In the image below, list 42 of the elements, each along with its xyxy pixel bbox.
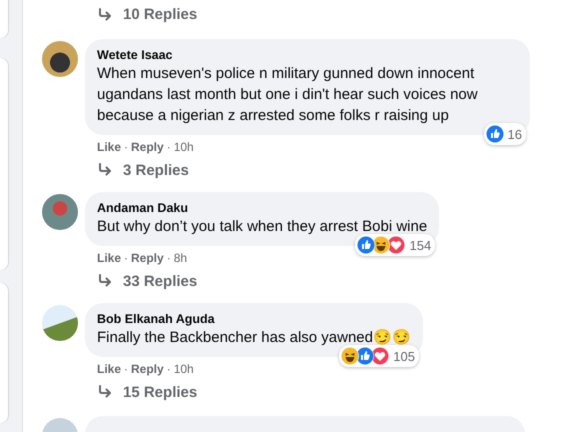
author-name[interactable]: Andaman Daku	[97, 200, 428, 216]
card-edge	[0, 0, 8, 38]
separator-dot: ·	[124, 140, 128, 154]
separator-dot: ·	[166, 251, 171, 265]
reply-link[interactable]: Reply	[131, 251, 164, 265]
avatar[interactable]	[42, 41, 78, 77]
separator-dot: ·	[124, 362, 128, 376]
reaction-count: 154	[409, 238, 432, 252]
timestamp[interactable]: 10h	[174, 140, 194, 154]
reaction-summary[interactable]: 105	[339, 345, 419, 367]
reaction-count: 105	[393, 348, 415, 364]
reply-arrow-icon	[97, 8, 113, 22]
view-replies-link[interactable]: 33 Replies	[97, 269, 198, 293]
like-link[interactable]: Like	[97, 251, 122, 265]
view-replies-link[interactable]: 10 Replies	[97, 6, 198, 23]
comment-text: But why don’t you talk when they arrest Bobi wine	[97, 217, 428, 237]
reply-arrow-icon	[97, 385, 113, 399]
laughing-face-icon	[341, 347, 360, 365]
heart-reaction-icon	[371, 347, 390, 365]
separator-dot: ·	[124, 251, 128, 265]
reply-link[interactable]: Reply	[131, 362, 164, 376]
reaction-summary[interactable]: 154	[355, 234, 436, 256]
author-name[interactable]: Bob Elkanah Aguda	[97, 311, 411, 327]
like-reaction-icon	[486, 125, 504, 143]
reply-arrow-icon	[97, 163, 113, 177]
like-link[interactable]: Like	[97, 362, 122, 376]
comment-text: Finally the Backbencher has also yawned😏😏	[97, 328, 411, 348]
reaction-summary[interactable]: 16	[484, 123, 526, 145]
author-name[interactable]: Wetete Isaac	[97, 47, 518, 63]
separator-dot: ·	[166, 140, 171, 154]
reply-arrow-icon	[97, 274, 113, 288]
view-replies-link[interactable]: 3 Replies	[97, 158, 189, 182]
reaction-count: 16	[508, 126, 522, 142]
like-reaction-icon	[357, 236, 376, 254]
like-link[interactable]: Like	[97, 140, 122, 154]
separator-dot: ·	[166, 362, 171, 376]
timestamp[interactable]: 8h	[174, 251, 188, 265]
reply-link[interactable]: Reply	[131, 140, 164, 154]
heart-reaction-icon	[387, 236, 406, 254]
timestamp[interactable]: 10h	[174, 362, 194, 376]
comment-text: When museven's police n military gunned down innocent ugandans last month but one i din't hear such voices now because a nigerian z arrested some folks r raising up	[97, 64, 479, 126]
view-replies-link[interactable]: 15 Replies	[97, 380, 198, 404]
